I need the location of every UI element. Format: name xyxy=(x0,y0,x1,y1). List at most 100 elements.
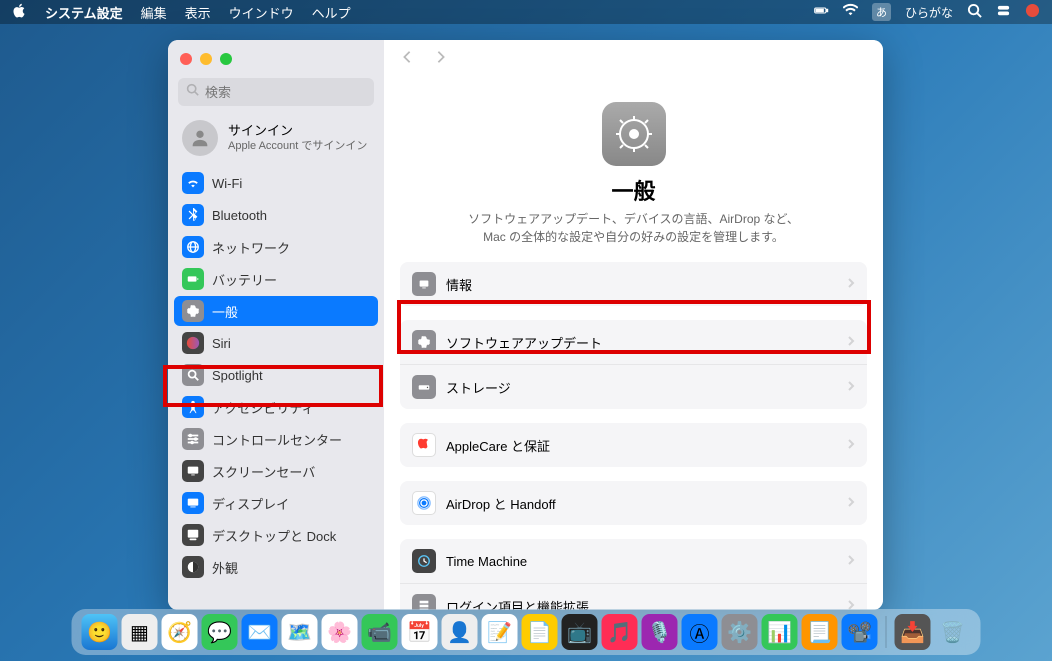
sidebar-item-search[interactable]: Spotlight xyxy=(174,360,378,390)
close-button[interactable] xyxy=(180,53,192,65)
sidebar-item-gear[interactable]: 一般 xyxy=(174,296,378,326)
search-input[interactable] xyxy=(205,85,381,100)
zoom-button[interactable] xyxy=(220,53,232,65)
sidebar-item-label: バッテリー xyxy=(212,270,277,289)
dock-tv[interactable]: 📺 xyxy=(562,614,598,650)
gear-icon xyxy=(182,300,204,322)
sidebar-item-wifi[interactable]: Wi-Fi xyxy=(174,168,378,198)
sidebar-item-sliders[interactable]: コントロールセンター xyxy=(174,424,378,454)
dock-appstore[interactable]: Ⓐ xyxy=(682,614,718,650)
sliders-icon xyxy=(182,428,204,450)
dock-messages[interactable]: 💬 xyxy=(202,614,238,650)
dock-settings[interactable]: ⚙️ xyxy=(722,614,758,650)
sidebar-item-dock[interactable]: デスクトップと Dock xyxy=(174,520,378,550)
info-icon xyxy=(412,272,436,296)
dock-mail[interactable]: ✉️ xyxy=(242,614,278,650)
spotlight-icon[interactable] xyxy=(967,3,982,21)
dock-icon xyxy=(182,524,204,546)
menu-window[interactable]: ウインドウ xyxy=(229,3,294,22)
avatar-placeholder xyxy=(182,120,218,156)
control-center-icon[interactable] xyxy=(996,3,1011,21)
apple-menu-icon[interactable] xyxy=(12,3,27,21)
battery-status-icon[interactable] xyxy=(814,3,829,21)
chevron-right-icon xyxy=(847,496,855,511)
row-label: ストレージ xyxy=(446,378,511,397)
sidebar-item-label: 外観 xyxy=(212,558,238,577)
chevron-right-icon xyxy=(847,335,855,350)
settings-row-gear[interactable]: ソフトウェアアップデート xyxy=(400,320,867,365)
sidebar-item-label: 一般 xyxy=(212,302,238,321)
sidebar-item-label: Spotlight xyxy=(212,368,263,383)
sidebar-item-label: コントロールセンター xyxy=(212,430,342,449)
dock-photos[interactable]: 🌸 xyxy=(322,614,358,650)
sidebar-item-globe[interactable]: ネットワーク xyxy=(174,232,378,262)
sidebar-item-siri[interactable]: Siri xyxy=(174,328,378,358)
sidebar-item-accessibility[interactable]: アクセシビリティ xyxy=(174,392,378,422)
sidebar-item-screensaver[interactable]: スクリーンセーバ xyxy=(174,456,378,486)
settings-group: 情報 xyxy=(400,262,867,306)
dock-notes[interactable]: 📄 xyxy=(522,614,558,650)
dock-keynote[interactable]: 📽️ xyxy=(842,614,878,650)
dock-calendar[interactable]: 📅 xyxy=(402,614,438,650)
general-hero-icon xyxy=(602,102,666,166)
search-box[interactable] xyxy=(178,78,374,106)
settings-row-applecare[interactable]: AppleCare と保証 xyxy=(400,423,867,467)
menu-view[interactable]: 表示 xyxy=(185,3,211,22)
row-label: ログイン項目と機能拡張 xyxy=(446,597,589,611)
search-icon xyxy=(186,83,199,101)
battery-icon xyxy=(182,268,204,290)
input-method-label[interactable]: ひらがな xyxy=(905,4,953,21)
row-label: 情報 xyxy=(446,275,472,294)
menu-app-name[interactable]: システム設定 xyxy=(45,3,123,22)
menubar: システム設定 編集 表示 ウインドウ ヘルプ あ ひらがな xyxy=(0,0,1052,24)
dock-music[interactable]: 🎵 xyxy=(602,614,638,650)
nav-forward-button[interactable] xyxy=(434,50,448,69)
search-icon xyxy=(182,364,204,386)
dock-contacts[interactable]: 👤 xyxy=(442,614,478,650)
traffic-lights xyxy=(180,53,232,65)
dock-maps[interactable]: 🗺️ xyxy=(282,614,318,650)
settings-group: AppleCare と保証 xyxy=(400,423,867,467)
settings-row-login[interactable]: ログイン項目と機能拡張 xyxy=(400,584,867,610)
settings-row-timemachine[interactable]: Time Machine xyxy=(400,539,867,584)
screensaver-icon xyxy=(182,460,204,482)
dock-safari[interactable]: 🧭 xyxy=(162,614,198,650)
dock-pages[interactable]: 📃 xyxy=(802,614,838,650)
signin-row[interactable]: サインイン Apple Account でサインイン xyxy=(168,114,384,168)
menu-help[interactable]: ヘルプ xyxy=(312,3,351,22)
dock-downloads[interactable]: 📥 xyxy=(895,614,931,650)
wifi-status-icon[interactable] xyxy=(843,3,858,21)
dock-finder[interactable]: 🙂 xyxy=(82,614,118,650)
signin-subtitle: Apple Account でサインイン xyxy=(228,139,367,153)
dock-launchpad[interactable]: ▦ xyxy=(122,614,158,650)
siri-status-icon[interactable] xyxy=(1025,3,1040,21)
settings-group: Time Machine ログイン項目と機能拡張 xyxy=(400,539,867,610)
menu-edit[interactable]: 編集 xyxy=(141,3,167,22)
settings-row-info[interactable]: 情報 xyxy=(400,262,867,306)
settings-group: AirDrop と Handoff xyxy=(400,481,867,525)
dock-reminders[interactable]: 📝 xyxy=(482,614,518,650)
sidebar-item-battery[interactable]: バッテリー xyxy=(174,264,378,294)
sidebar-item-appearance[interactable]: 外観 xyxy=(174,552,378,582)
chevron-right-icon xyxy=(847,438,855,453)
settings-row-airdrop[interactable]: AirDrop と Handoff xyxy=(400,481,867,525)
hero-description: ソフトウェアアップデート、デバイスの言語、AirDrop など、Mac の全体的… xyxy=(400,210,867,246)
sidebar-item-label: アクセシビリティ xyxy=(212,398,315,417)
chevron-right-icon xyxy=(847,554,855,569)
dock-podcasts[interactable]: 🎙️ xyxy=(642,614,678,650)
minimize-button[interactable] xyxy=(200,53,212,65)
settings-row-storage[interactable]: ストレージ xyxy=(400,365,867,409)
dock-numbers[interactable]: 📊 xyxy=(762,614,798,650)
dock-trash[interactable]: 🗑️ xyxy=(935,614,971,650)
sidebar-item-bluetooth[interactable]: Bluetooth xyxy=(174,200,378,230)
dock-facetime[interactable]: 📹 xyxy=(362,614,398,650)
sidebar-item-display[interactable]: ディスプレイ xyxy=(174,488,378,518)
sidebar-item-label: デスクトップと Dock xyxy=(212,526,336,545)
nav-back-button[interactable] xyxy=(400,50,414,69)
sidebar-item-label: ディスプレイ xyxy=(212,494,289,513)
dock-separator xyxy=(886,616,887,648)
input-method-badge[interactable]: あ xyxy=(872,3,891,21)
sidebar-item-label: Wi-Fi xyxy=(212,176,242,191)
signin-title: サインイン xyxy=(228,120,367,139)
row-label: ソフトウェアアップデート xyxy=(446,333,602,352)
